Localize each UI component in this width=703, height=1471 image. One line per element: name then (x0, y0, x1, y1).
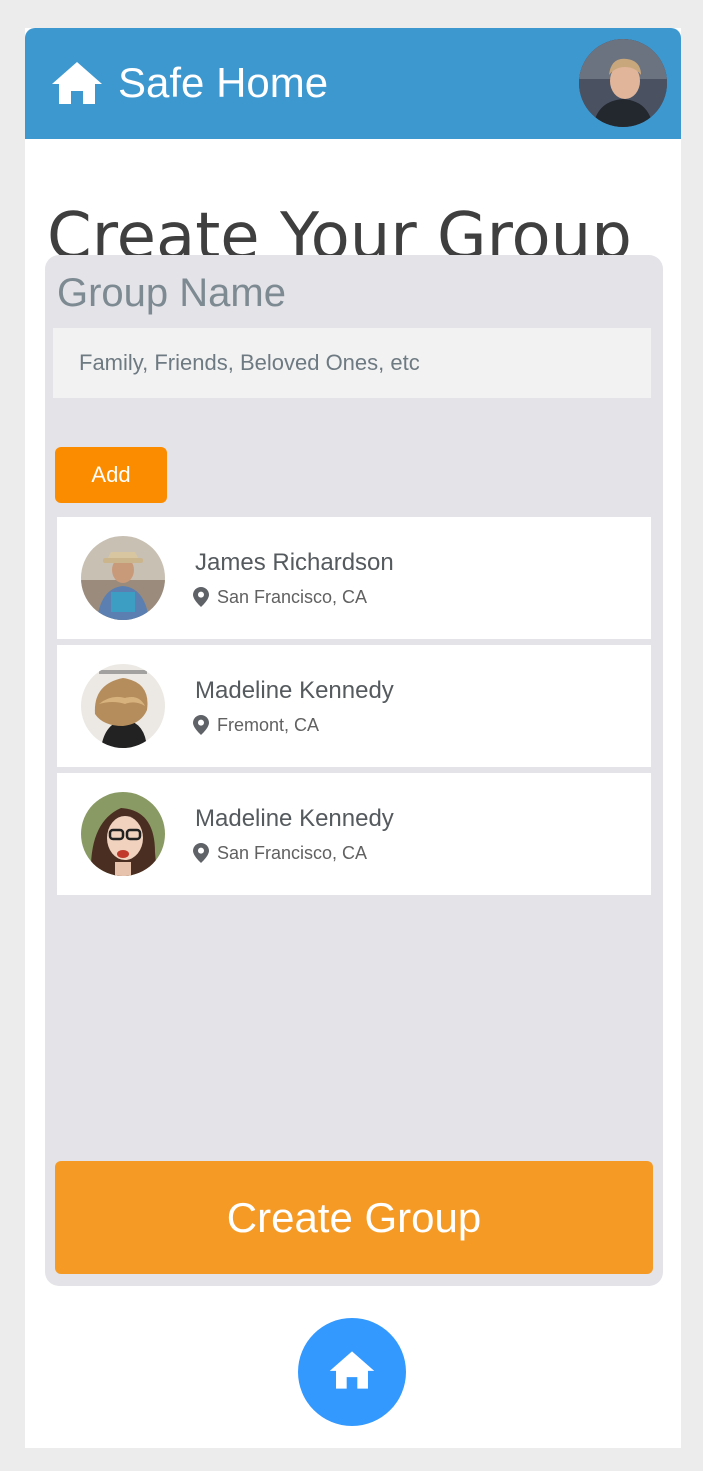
member-location: San Francisco, CA (193, 841, 367, 865)
add-button[interactable]: Add (55, 447, 167, 503)
member-location: San Francisco, CA (193, 585, 367, 609)
list-item[interactable]: James Richardson San Francisco, CA (57, 517, 651, 639)
create-group-button[interactable]: Create Group (55, 1161, 653, 1274)
group-name-label: Group Name (57, 271, 286, 315)
map-pin-icon (193, 587, 209, 607)
group-name-input[interactable] (53, 328, 651, 398)
home-icon (328, 1349, 376, 1396)
location-text: San Francisco, CA (217, 843, 368, 863)
member-list: James Richardson San Francisco, CA Madel… (57, 517, 651, 901)
member-name: Madeline Kennedy (195, 677, 394, 704)
home-icon[interactable] (50, 60, 104, 106)
member-name: Madeline Kennedy (195, 805, 394, 832)
list-item[interactable]: Madeline Kennedy San Francisco, CA (57, 773, 651, 895)
home-fab-button[interactable] (298, 1318, 406, 1426)
location-text: San Francisco, CA (217, 587, 368, 607)
location-text: Fremont, CA (217, 715, 320, 735)
avatar (81, 792, 165, 876)
app-title: Safe Home (118, 59, 329, 106)
member-location: Fremont, CA (193, 713, 319, 737)
member-name: James Richardson (195, 549, 394, 576)
map-pin-icon (193, 715, 209, 735)
list-item[interactable]: Madeline Kennedy Fremont, CA (57, 645, 651, 767)
group-form-panel: Group Name Add James Richardson (45, 255, 663, 1286)
app-header: Safe Home (25, 28, 681, 139)
map-pin-icon (193, 843, 209, 863)
avatar (81, 664, 165, 748)
profile-avatar[interactable] (579, 39, 667, 127)
app-screen: Safe Home Create Your Group Group Name A… (25, 28, 681, 1448)
avatar (81, 536, 165, 620)
